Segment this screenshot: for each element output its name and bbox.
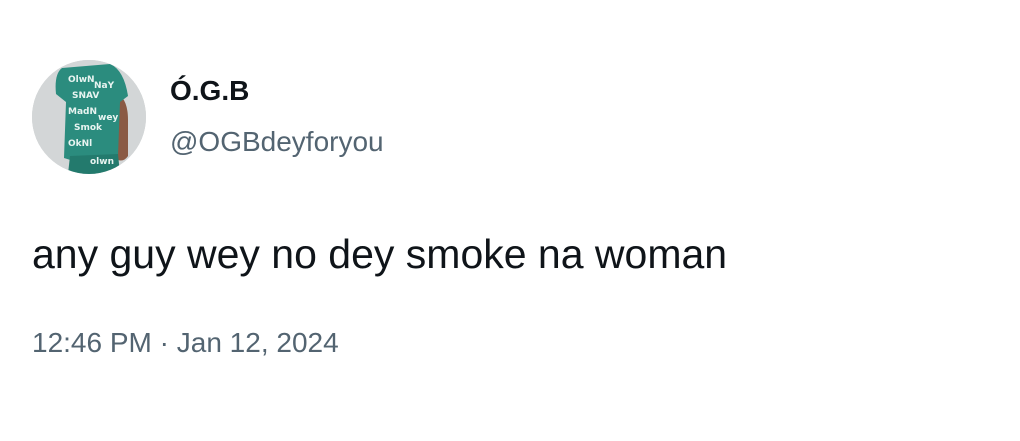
- tweet-card: OlwN SNAV MadN Smok OkNl olwn NaY wey Ó.…: [0, 0, 1020, 441]
- author-display-name[interactable]: Ó.G.B: [170, 75, 249, 107]
- svg-text:OlwN: OlwN: [68, 75, 95, 85]
- tweet-timestamp[interactable]: 12:46 PM · Jan 12, 2024: [32, 327, 339, 359]
- svg-text:wey: wey: [98, 113, 118, 123]
- tweet-text: any guy wey no dey smoke na woman: [32, 231, 728, 277]
- tweet-date: Jan 12, 2024: [176, 327, 339, 358]
- avatar-photo: OlwN SNAV MadN Smok OkNl olwn NaY wey: [32, 60, 146, 174]
- svg-text:MadN: MadN: [68, 107, 97, 117]
- svg-text:olwn: olwn: [90, 157, 114, 167]
- svg-text:Smok: Smok: [74, 123, 103, 133]
- avatar[interactable]: OlwN SNAV MadN Smok OkNl olwn NaY wey: [32, 60, 146, 174]
- timestamp-separator: ·: [159, 327, 169, 358]
- svg-text:SNAV: SNAV: [72, 91, 99, 101]
- author-handle[interactable]: @OGBdeyforyou: [170, 126, 384, 158]
- svg-text:NaY: NaY: [94, 81, 115, 91]
- tweet-time: 12:46 PM: [32, 327, 152, 358]
- svg-text:OkNl: OkNl: [68, 139, 92, 149]
